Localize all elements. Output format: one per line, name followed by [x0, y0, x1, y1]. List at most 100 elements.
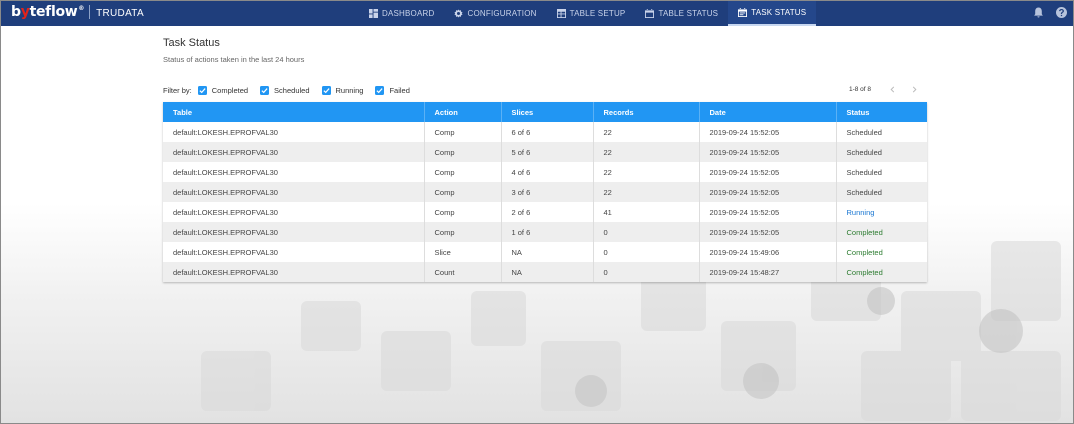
table-row[interactable]: default:LOKESH.EPROFVAL30 Slice NA 0 2019-09… — [163, 242, 927, 262]
table-row[interactable]: default:LOKESH.EPROFVAL30 Count NA 0 2019-09… — [163, 262, 927, 282]
previous-page-button[interactable] — [887, 84, 897, 94]
chevron-left-icon — [890, 86, 894, 92]
filter-completed-checkbox[interactable]: Completed — [197, 85, 248, 95]
cell-date: 2019-09-24 15:52:05 — [699, 182, 837, 202]
cell-action: Comp — [424, 202, 502, 222]
dashboard-icon — [369, 9, 378, 18]
cell-date: 2019-09-24 15:52:05 — [699, 122, 837, 142]
next-page-button[interactable] — [909, 84, 919, 94]
filter-running-checkbox[interactable]: Running — [321, 85, 364, 95]
bell-icon[interactable] — [1033, 7, 1044, 18]
filter-failed-checkbox[interactable]: Failed — [375, 85, 410, 95]
filter-label: Filter by: — [163, 85, 192, 95]
cell-table: default:LOKESH.EPROFVAL30 — [163, 262, 425, 282]
task-status-table: Table Action Slices Records Date Status … — [163, 102, 927, 282]
cell-table: default:LOKESH.EPROFVAL30 — [163, 162, 425, 182]
cell-status: Scheduled — [846, 147, 882, 157]
calendar-icon — [645, 9, 655, 18]
main-content: Task Status Status of actions taken in t… — [163, 37, 927, 282]
app-window: byteflow® TRUDATA DASHBOARD CONFIGURATIO… — [0, 0, 1074, 424]
logo-divider — [89, 5, 91, 19]
checkbox-checked-icon — [375, 85, 385, 95]
top-navigation-bar: byteflow® TRUDATA DASHBOARD CONFIGURATIO… — [1, 1, 1073, 26]
cell-action: Comp — [424, 182, 502, 202]
table-row[interactable]: default:LOKESH.EPROFVAL30 Comp 3 of 6 22 201… — [163, 182, 927, 202]
cell-action: Count — [424, 262, 502, 282]
cell-slices: 3 of 6 — [501, 182, 594, 202]
column-header-status[interactable]: Status — [836, 102, 927, 122]
cell-table: default:LOKESH.EPROFVAL30 — [163, 122, 425, 142]
gear-icon — [454, 9, 464, 18]
nav-label: CONFIGURATION — [467, 9, 537, 18]
cell-status: Completed — [846, 247, 883, 257]
column-header-action[interactable]: Action — [424, 102, 502, 122]
page-title: Task Status — [163, 37, 220, 49]
cell-action: Slice — [424, 242, 502, 262]
cell-date: 2019-09-24 15:52:05 — [699, 222, 837, 242]
table-row[interactable]: default:LOKESH.EPROFVAL30 Comp 2 of 6 41 201… — [163, 202, 927, 222]
help-icon[interactable] — [1056, 7, 1067, 18]
cell-records: 41 — [593, 202, 700, 222]
brand-logo[interactable]: byteflow® TRUDATA — [11, 4, 144, 20]
checkbox-label: Failed — [389, 85, 410, 95]
page-subtitle: Status of actions taken in the last 24 h… — [163, 55, 305, 64]
nav-label: DASHBOARD — [382, 9, 435, 18]
calendar-check-icon — [738, 8, 748, 17]
column-header-slices[interactable]: Slices — [501, 102, 594, 122]
table-row[interactable]: default:LOKESH.EPROFVAL30 Comp 6 of 6 22 201… — [163, 122, 927, 142]
table-row[interactable]: default:LOKESH.EPROFVAL30 Comp 4 of 6 22 201… — [163, 162, 927, 182]
nav-configuration[interactable]: CONFIGURATION — [444, 1, 546, 26]
cell-date: 2019-09-24 15:52:05 — [699, 162, 837, 182]
cell-action: Comp — [424, 122, 502, 142]
nav-dashboard[interactable]: DASHBOARD — [359, 1, 444, 26]
cell-status: Scheduled — [846, 127, 882, 137]
cell-table: default:LOKESH.EPROFVAL30 — [163, 202, 425, 222]
cell-table: default:LOKESH.EPROFVAL30 — [163, 222, 425, 242]
table-body: default:LOKESH.EPROFVAL30 Comp 6 of 6 22 201… — [163, 122, 927, 282]
cell-records: 22 — [593, 162, 700, 182]
chevron-right-icon — [912, 86, 916, 92]
checkbox-checked-icon — [321, 85, 331, 95]
filter-scheduled-checkbox[interactable]: Scheduled — [260, 85, 310, 95]
cell-records: 22 — [593, 182, 700, 202]
table-row[interactable]: default:LOKESH.EPROFVAL30 Comp 1 of 6 0 2019… — [163, 222, 927, 242]
cell-slices: 1 of 6 — [501, 222, 594, 242]
cell-table: default:LOKESH.EPROFVAL30 — [163, 142, 425, 162]
column-header-records[interactable]: Records — [593, 102, 700, 122]
checkbox-label: Running — [335, 85, 364, 95]
cell-date: 2019-09-24 15:52:05 — [699, 202, 837, 222]
cell-date: 2019-09-24 15:48:27 — [699, 262, 837, 282]
pagination: 1-8 of 8 — [849, 84, 919, 94]
cell-status: Completed — [846, 227, 883, 237]
cell-status: Scheduled — [846, 187, 882, 197]
cell-status: Running — [846, 207, 875, 217]
nav-label: TASK STATUS — [751, 8, 807, 17]
cell-records: 22 — [593, 122, 700, 142]
table-header-row: Table Action Slices Records Date Status — [163, 102, 927, 122]
cell-action: Comp — [424, 142, 502, 162]
nav-table-setup[interactable]: TABLE SETUP — [547, 1, 636, 26]
cell-date: 2019-09-24 15:49:06 — [699, 242, 837, 262]
cell-slices: NA — [501, 242, 594, 262]
top-right-icons — [1033, 7, 1067, 18]
cell-slices: NA — [501, 262, 594, 282]
cell-status: Scheduled — [846, 167, 882, 177]
cell-slices: 6 of 6 — [501, 122, 594, 142]
cell-slices: 4 of 6 — [501, 162, 594, 182]
checkbox-checked-icon — [197, 85, 207, 95]
column-header-date[interactable]: Date — [699, 102, 837, 122]
column-header-table[interactable]: Table — [163, 102, 425, 122]
table-row[interactable]: default:LOKESH.EPROFVAL30 Comp 5 of 6 22 201… — [163, 142, 927, 162]
nav-table-status[interactable]: TABLE STATUS — [635, 1, 728, 26]
cell-table: default:LOKESH.EPROFVAL30 — [163, 182, 425, 202]
nav-task-status[interactable]: TASK STATUS — [728, 1, 817, 26]
cell-action: Comp — [424, 162, 502, 182]
nav-label: TABLE SETUP — [569, 9, 626, 18]
cell-records: 0 — [593, 262, 700, 282]
nav-label: TABLE STATUS — [658, 9, 719, 18]
cell-slices: 5 of 6 — [501, 142, 594, 162]
pagination-range: 1-8 of 8 — [848, 85, 871, 93]
table-icon — [556, 9, 566, 18]
main-nav: DASHBOARD CONFIGURATION TABLE SETUP TABL… — [359, 1, 817, 26]
cell-records: 0 — [593, 242, 700, 262]
